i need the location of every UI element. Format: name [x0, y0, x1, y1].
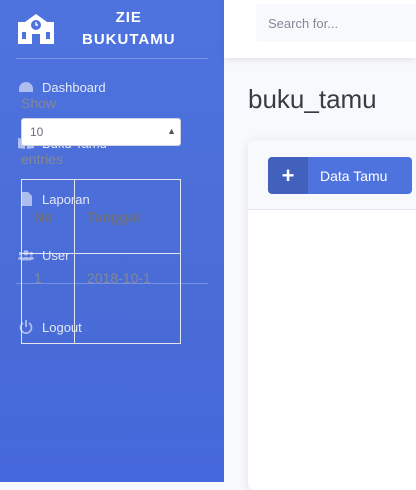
brand-title: ZIE BUKUTAMU [82, 7, 176, 51]
cell-no: 1 [21, 253, 75, 344]
table-row: 1 2018-10-1 [21, 253, 181, 344]
column-header-tanggal[interactable]: Tanggal [74, 179, 181, 254]
guest-table: No Tanggal 1 2018-10-1 [21, 179, 181, 344]
entries-label: entries [21, 151, 64, 167]
card-header: + Data Tamu [248, 140, 416, 210]
school-icon [16, 11, 56, 47]
search-input[interactable] [256, 4, 416, 42]
table-header-row: No Tanggal [21, 179, 181, 254]
column-header-no[interactable]: No [21, 179, 75, 254]
brand-line-2: BUKUTAMU [82, 31, 176, 48]
entries-select[interactable]: 10 ▲ [21, 118, 181, 146]
sidebar-brand[interactable]: ZIE BUKUTAMU [0, 0, 224, 58]
data-card: + Data Tamu [248, 140, 416, 490]
sidebar-item-label: Dashboard [42, 79, 106, 95]
updown-caret-icon: ▲ [167, 126, 176, 136]
entries-value: 10 [30, 125, 44, 139]
tachometer-icon [18, 80, 34, 94]
add-guest-button[interactable]: + Data Tamu [268, 157, 412, 194]
plus-icon: + [268, 157, 308, 194]
cell-tanggal: 2018-10-1 [74, 253, 181, 344]
add-guest-label: Data Tamu [320, 167, 388, 184]
topbar [224, 0, 416, 58]
brand-line-1: ZIE [115, 9, 142, 26]
page-title: buku_tamu [248, 84, 377, 114]
show-label: Show [21, 95, 57, 111]
